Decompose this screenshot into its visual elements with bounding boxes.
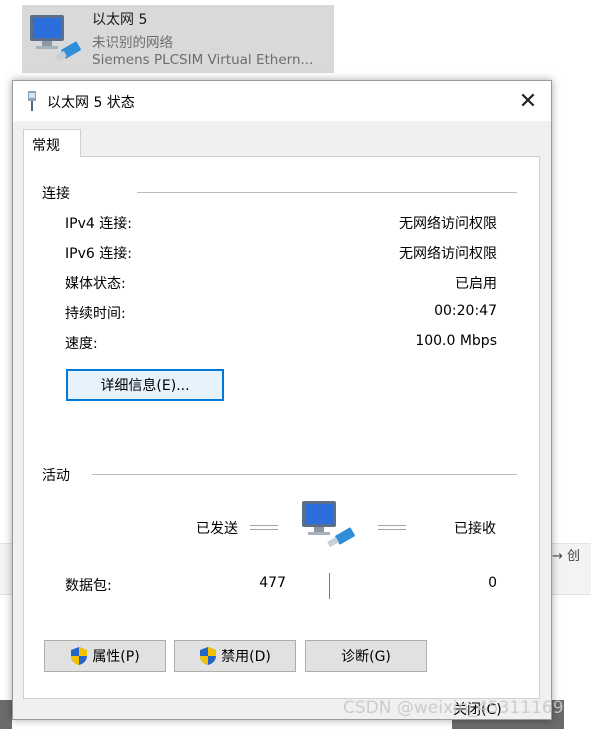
diagnose-button[interactable]: 诊断(G) [305,640,427,672]
packets-divider [329,573,330,599]
ipv6-value: 无网络访问权限 [399,246,497,262]
general-panel: 连接 IPv4 连接: 无网络访问权限 IPv6 连接: 无网络访问权限 媒体状… [23,156,540,699]
tab-label: 常规 [32,138,60,154]
packets-received-value: 0 [488,575,497,591]
received-line [378,525,406,530]
details-button[interactable]: 详细信息(E)... [66,369,224,401]
background-side-text: → 创 [552,549,581,564]
ethernet-cable-icon [28,91,36,111]
activity-section-title: 活动 [42,468,70,484]
section-divider [137,192,517,193]
ipv4-value: 无网络访问权限 [399,216,497,232]
adapter-name: 以太网 5 [92,12,148,28]
section-divider [92,474,517,475]
speed-label: 速度: [65,336,98,352]
details-button-label: 详细信息(E)... [100,378,190,394]
disable-button[interactable]: 禁用(D) [174,640,296,672]
uac-shield-icon [71,647,88,665]
diagnose-button-label: 诊断(G) [341,649,391,665]
connection-section-title: 连接 [42,186,70,202]
duration-value: 00:20:47 [434,303,497,319]
properties-button-label: 属性(P) [92,649,140,665]
sent-line [250,525,278,530]
network-adapter-icon [30,15,81,62]
network-activity-icon [302,501,355,548]
dialog-titlebar: 以太网 5 状态 ✕ [13,81,551,121]
ipv6-label: IPv6 连接: [65,246,132,262]
sent-label: 已发送 [196,521,238,537]
background-block [564,700,591,729]
received-label: 已接收 [454,521,496,537]
disable-button-label: 禁用(D) [221,649,271,665]
media-state-label: 媒体状态: [65,276,126,292]
ethernet-status-dialog: 以太网 5 状态 ✕ 常规 连接 IPv4 连接: 无网络访问权限 IPv6 连… [12,80,552,720]
speed-value: 100.0 Mbps [415,333,497,349]
adapter-status: 未识别的网络 [92,35,173,51]
media-state-value: 已启用 [455,276,497,292]
duration-label: 持续时间: [65,306,126,322]
packets-sent-value: 477 [259,575,286,591]
properties-button[interactable]: 属性(P) [44,640,166,672]
adapter-list-item[interactable]: 以太网 5 未识别的网络 Siemens PLCSIM Virtual Ethe… [22,5,334,73]
packets-label: 数据包: [65,578,112,594]
adapter-device: Siemens PLCSIM Virtual Ethern... [92,52,314,68]
ipv4-label: IPv4 连接: [65,216,132,232]
dialog-title: 以太网 5 状态 [47,95,135,111]
close-icon[interactable]: ✕ [513,87,543,115]
uac-shield-icon [200,647,217,665]
watermark-text: CSDN @weixin_45311169 [343,698,564,718]
tab-general[interactable]: 常规 [23,129,81,157]
